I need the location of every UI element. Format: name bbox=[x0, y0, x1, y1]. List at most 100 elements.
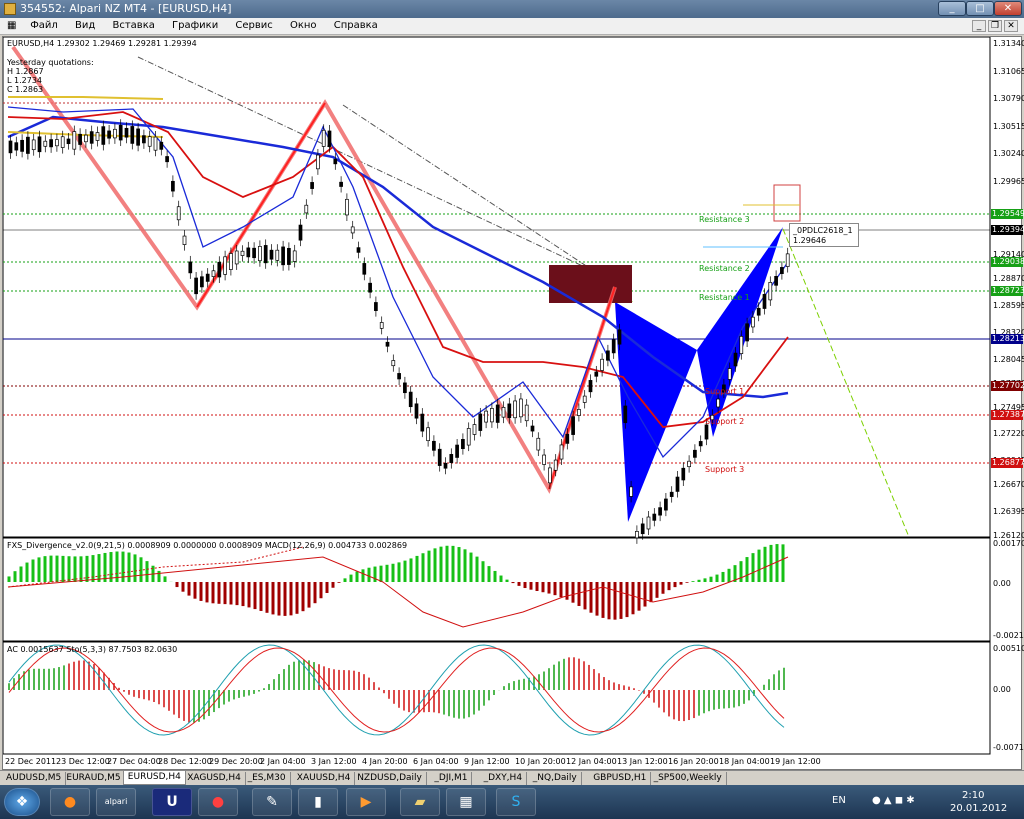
candle-body bbox=[472, 424, 477, 435]
candle-body bbox=[420, 413, 425, 432]
candle-body bbox=[403, 382, 407, 394]
candle-body bbox=[95, 132, 100, 141]
candle-body bbox=[519, 398, 523, 418]
support-1-label: Support 1 bbox=[705, 387, 745, 396]
menu-tools[interactable]: Сервис bbox=[228, 18, 279, 33]
media-player-icon[interactable]: ▶ bbox=[346, 788, 386, 816]
menu-charts[interactable]: Графики bbox=[165, 18, 225, 33]
support-3-label: Support 3 bbox=[705, 465, 745, 474]
chart-tab[interactable]: XAGUSD,H4 bbox=[183, 772, 246, 785]
candle-body bbox=[49, 139, 53, 148]
chart-tab[interactable]: AUDUSD,M5 bbox=[2, 772, 67, 785]
candle-body bbox=[234, 250, 239, 265]
ultra-app-icon[interactable]: U bbox=[152, 788, 192, 816]
folder-icon[interactable]: ▰ bbox=[400, 788, 440, 816]
chart-tab[interactable]: NZDUSD,Daily bbox=[353, 772, 427, 785]
menu-view[interactable]: Вид bbox=[68, 18, 102, 33]
macd-axis-min: -0.00218 bbox=[993, 631, 1024, 640]
tray-icons[interactable]: ● ▲ ◼ ✱ bbox=[872, 795, 915, 806]
candle-body bbox=[292, 250, 297, 262]
candle-body bbox=[130, 126, 135, 144]
time-axis-label: 3 Jan 12:00 bbox=[311, 757, 357, 766]
menu-help[interactable]: Справка bbox=[327, 18, 385, 33]
mdi-minimize-button[interactable]: _ bbox=[972, 20, 986, 32]
window-title: 354552: Alpari NZ MT4 - [EURUSD,H4] bbox=[20, 2, 232, 15]
price-tag: 1.29549 bbox=[991, 209, 1024, 219]
candle-body bbox=[635, 531, 639, 539]
candle-body bbox=[258, 246, 262, 262]
candle-body bbox=[669, 491, 674, 497]
candle-body bbox=[72, 131, 77, 150]
chart-tab[interactable]: XAUUSD,H4 bbox=[293, 772, 356, 785]
chart-tab[interactable]: _ES,M30 bbox=[244, 772, 291, 785]
candle-body bbox=[327, 130, 332, 147]
price-axis-label: 1.26395 bbox=[993, 507, 1024, 516]
candle-body bbox=[147, 136, 152, 147]
maximize-button[interactable]: □ bbox=[966, 1, 994, 16]
candle-body bbox=[745, 323, 749, 342]
start-button[interactable]: ❖ bbox=[4, 788, 40, 816]
close-button[interactable]: ✕ bbox=[994, 1, 1022, 16]
yesterday-low: L 1.2734 bbox=[7, 76, 42, 85]
candle-body bbox=[704, 424, 709, 440]
chart-app-icon[interactable]: ▮ bbox=[298, 788, 338, 816]
clock-date[interactable]: 20.01.2012 bbox=[950, 803, 1007, 814]
menu-bar: ▦ Файл Вид Вставка Графики Сервис Окно С… bbox=[0, 18, 1024, 35]
candle-body bbox=[339, 181, 343, 187]
chart-tab[interactable]: _DXY,H4 bbox=[480, 772, 528, 785]
chart-canvas[interactable] bbox=[3, 37, 1023, 771]
ac-panel-frame bbox=[3, 641, 991, 755]
candle-body bbox=[287, 247, 291, 265]
time-axis-label: 6 Jan 04:00 bbox=[413, 757, 459, 766]
time-axis-label: 10 Jan 20:00 bbox=[515, 757, 566, 766]
chart-window[interactable]: EURUSD,H4 1.29302 1.29469 1.29281 1.2939… bbox=[2, 36, 1024, 771]
price-tag: 1.27702 bbox=[991, 381, 1024, 391]
skype-icon[interactable]: S bbox=[496, 788, 536, 816]
mdi-restore-button[interactable]: ❐ bbox=[988, 20, 1002, 32]
macd-histogram bbox=[7, 544, 785, 620]
candle-body bbox=[629, 486, 633, 497]
chart-tab[interactable]: _SP500,Weekly bbox=[650, 772, 727, 785]
tooltip-name: _0PDLC2618_1 bbox=[793, 226, 853, 235]
firefox-icon[interactable]: ● bbox=[50, 788, 90, 816]
chart-tab[interactable]: _NQ,Daily bbox=[529, 772, 582, 785]
brosix-icon[interactable]: ● bbox=[198, 788, 238, 816]
candle-body bbox=[664, 498, 668, 511]
candle-body bbox=[507, 403, 512, 419]
menu-file[interactable]: Файл bbox=[23, 18, 65, 33]
time-axis-label: 12 Jan 04:00 bbox=[566, 757, 617, 766]
language-indicator[interactable]: EN bbox=[832, 795, 846, 806]
clock-time[interactable]: 2:10 bbox=[962, 790, 984, 801]
candle-body bbox=[432, 440, 436, 451]
candle-body bbox=[426, 427, 430, 442]
ac-header: AC 0.0015637 Sto(5,3,3) 87.7503 82.0630 bbox=[7, 645, 178, 654]
candle-body bbox=[408, 391, 413, 408]
alpari-icon[interactable]: alpari bbox=[96, 788, 136, 816]
price-axis-label: 1.30790 bbox=[993, 94, 1024, 103]
menu-window[interactable]: Окно bbox=[283, 18, 324, 33]
chart-tab[interactable]: _DJI,M1 bbox=[430, 772, 473, 785]
candle-body bbox=[176, 206, 181, 221]
minimize-button[interactable]: _ bbox=[938, 1, 966, 16]
candle-body bbox=[582, 395, 587, 403]
chart-header: EURUSD,H4 1.29302 1.29469 1.29281 1.2939… bbox=[7, 39, 197, 48]
chart-tab[interactable]: EURUSD,H4 bbox=[122, 771, 186, 785]
candle-body bbox=[553, 459, 558, 471]
mdi-close-button[interactable]: ✕ bbox=[1004, 20, 1018, 32]
chart-tab[interactable]: EURAUD,M5 bbox=[62, 772, 126, 785]
candle-body bbox=[391, 360, 396, 367]
menu-insert[interactable]: Вставка bbox=[105, 18, 161, 33]
writer-icon[interactable]: ✎ bbox=[252, 788, 292, 816]
candle-body bbox=[640, 523, 645, 535]
candle-body bbox=[200, 276, 204, 288]
ac-axis-zero: 0.00 bbox=[993, 685, 1011, 694]
candle-body bbox=[171, 180, 175, 192]
calculator-icon[interactable]: ▦ bbox=[446, 788, 486, 816]
mdi-icon[interactable]: ▦ bbox=[0, 18, 20, 33]
time-axis-label: 22 Dec 2011 bbox=[5, 757, 57, 766]
price-tag: 1.26877 bbox=[991, 458, 1024, 468]
candle-body bbox=[513, 400, 517, 419]
time-axis-label: 28 Dec 12:00 bbox=[158, 757, 212, 766]
chart-tab[interactable]: GBPUSD,H1 bbox=[589, 772, 652, 785]
time-axis-label: 16 Jan 20:00 bbox=[668, 757, 719, 766]
